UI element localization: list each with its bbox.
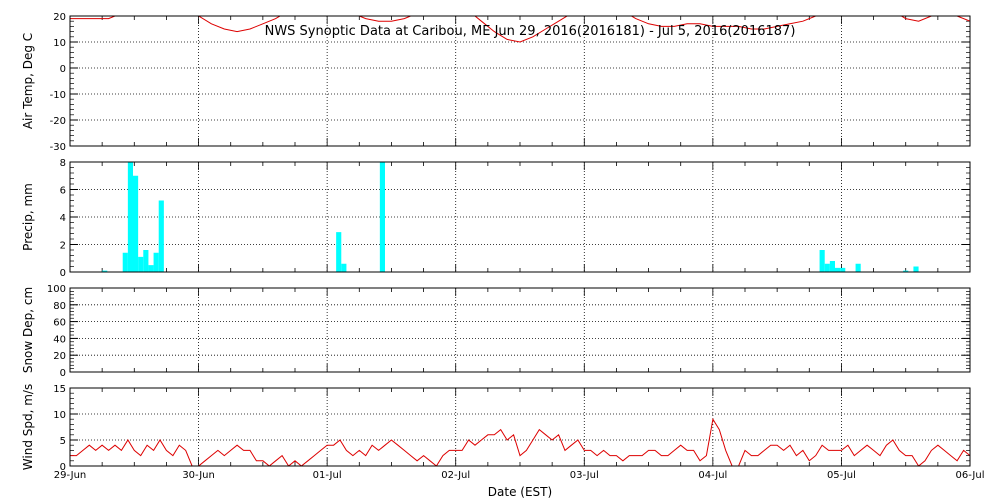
precip-axis-title: Precip, mm [21,183,35,251]
precip-bar [143,250,149,272]
panel-wind_speed: 151050Wind Spd, m/s [21,384,971,473]
y-tick-label: 80 [53,301,66,312]
y-tick-label: 6 [60,186,66,197]
precip-bar [824,263,830,272]
x-tick-label: 04-Jul [698,470,727,481]
y-tick-label: 0 [60,268,66,279]
panel-snow_depth: 100 80 60 40 20 0 Snow Dep, cm [21,284,971,379]
precip-bar [122,252,128,272]
y-tick-label: -20 [50,116,66,127]
precip-bar [138,256,144,272]
x-tick-label: 01-Jul [313,470,342,481]
precip-bar [158,200,164,272]
wind_speed-axis-title: Wind Spd, m/s [21,384,35,470]
y-tick-label: -10 [50,90,66,101]
panel-precip: 8 6 4 2 0 Precip, mm [21,158,971,279]
precip-bar [133,175,139,272]
panel-frame [69,287,971,373]
y-tick-label: 100 [47,284,66,295]
x-tick-label: 30-Jun [182,470,215,481]
wind_speed-series-line [70,417,970,466]
precip-bar [840,267,846,272]
x-tick-label: 02-Jul [441,470,470,481]
precip-bar [336,232,342,272]
y-tick-label: 10 [53,38,66,49]
precip-bar [829,261,835,272]
y-tick-label: -30 [50,142,66,153]
x-tick-label: 03-Jul [570,470,599,481]
precip-bar [153,252,159,272]
y-tick-label: 8 [60,158,66,169]
precip-bar [341,263,347,272]
snow_depth-axis-title: Snow Dep, cm [21,287,35,373]
y-tick-label: 15 [53,384,66,395]
x-tick-label: 05-Jul [827,470,856,481]
y-tick-label: 10 [53,410,66,421]
chart-title: NWS Synoptic Data at Caribou, ME Jun 29,… [265,24,796,39]
precip-bar [835,267,841,272]
precip-bar [148,265,154,272]
x-tick-label: 29-Jun [54,470,87,481]
precip-bar [127,162,133,272]
y-tick-label: 0 [60,64,66,75]
precip-bar [819,250,825,272]
precip-bar [913,266,919,272]
chart-canvas: Date (EST) 20100-10-20-30Air Temp, Deg C… [21,12,985,499]
y-tick-label: 2 [60,241,66,252]
y-tick-label: 5 [60,436,66,447]
precip-bar [855,263,861,272]
air_temp-axis-title: Air Temp, Deg C [21,33,35,129]
y-tick-label: 40 [53,334,66,345]
y-tick-label: 4 [60,213,66,224]
x-tick-label: 06-Jul [956,470,985,481]
nws-synoptic-chart: Date (EST) 20 10 0 -10 -20 -30 Air Temp, Deg C… [0,0,1000,500]
y-tick-label: 20 [53,12,66,23]
x-axis-title: Date (EST) [488,485,552,499]
y-tick-label: 20 [53,351,66,362]
precip-bar [379,162,385,272]
y-tick-label: 60 [53,318,66,329]
y-tick-label: 0 [60,368,66,379]
